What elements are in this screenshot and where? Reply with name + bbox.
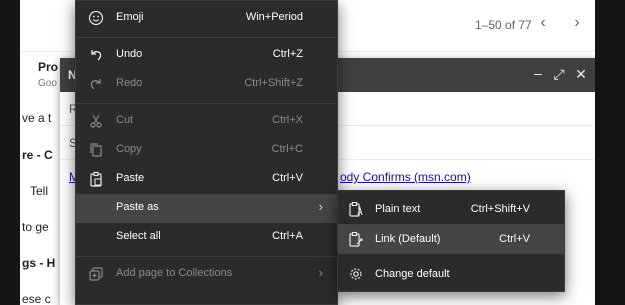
plain-text-paste-icon [349,201,363,217]
menu-item-label: Add page to Collections [116,267,233,279]
email-sender-fragment[interactable]: Pro [38,60,58,74]
scissors-icon [90,114,102,128]
clipboard-icon [90,171,102,187]
menu-item-label: Select all [116,230,161,242]
close-icon[interactable]: ✕ [573,66,589,83]
menu-separator [76,103,337,104]
page-count: 1–50 of 77 [475,18,532,32]
menu-item-copy[interactable]: Copy Ctrl+C [76,136,337,165]
submenu-item-label: Change default [375,268,450,280]
email-meta-fragment: Goo [38,78,57,89]
menu-item-shortcut: Win+Period [245,11,303,23]
menu-item-shortcut: Ctrl+A [272,230,303,242]
collections-icon [89,267,103,281]
menu-item-label: Redo [116,77,143,89]
submenu-item-shortcut: Ctrl+Shift+V [470,203,530,215]
email-snippet-fragment[interactable]: ve a t [22,111,51,125]
emoji-icon [88,10,104,26]
chevron-right-icon[interactable]: › [568,14,586,34]
pasted-link[interactable]: ody Confirms (msn.com) [340,170,471,184]
chevron-right-icon: › [318,265,323,280]
menu-item-paste-as[interactable]: Paste as › [76,194,337,223]
submenu-item-shortcut: Ctrl+V [499,233,530,245]
email-snippet-fragment[interactable]: Tell [30,184,48,198]
menu-item-add-to-collections[interactable]: Add page to Collections › [76,260,337,289]
redo-icon [90,79,101,90]
menu-item-cut[interactable]: Cut Ctrl+X [76,107,337,136]
menu-separator [76,256,337,257]
menu-item-shortcut: Ctrl+Z [272,48,303,60]
email-subject-fragment[interactable]: gs - H [22,256,55,270]
menu-separator [76,37,337,38]
menu-item-emoji[interactable]: Emoji Win+Period [76,4,337,33]
menu-item-label: Cut [116,114,134,126]
submenu-item-plain-text[interactable]: Plain text Ctrl+Shift+V [338,194,564,224]
menu-item-label: Paste as [116,201,159,213]
minimize-icon[interactable]: – [530,65,546,81]
submenu-item-label: Link (Default) [375,233,441,245]
submenu-item-link-default[interactable]: Link (Default) Ctrl+V [338,224,564,254]
undo-icon [91,50,102,61]
link-paste-icon [349,231,363,247]
menu-item-shortcut: Ctrl+C [271,143,303,155]
chevron-right-icon: › [318,199,323,214]
submenu-item-change-default[interactable]: Change default [338,259,564,289]
menu-item-shortcut: Ctrl+Shift+Z [244,77,303,89]
submenu-item-label: Plain text [375,203,421,215]
copy-icon [90,143,102,157]
email-snippet-fragment[interactable]: to ge [22,220,49,234]
screen-edge-left [0,0,20,305]
menu-item-paste[interactable]: Paste Ctrl+V [76,165,337,194]
menu-item-undo[interactable]: Undo Ctrl+Z [76,41,337,70]
menu-item-label: Undo [116,48,143,60]
screen-edge-right [595,0,625,305]
menu-item-shortcut: Ctrl+X [272,114,303,126]
menu-item-redo[interactable]: Redo Ctrl+Shift+Z [76,70,337,99]
menu-item-label: Copy [116,143,142,155]
menu-item-label: Paste [116,172,145,184]
email-snippet-fragment[interactable]: ese c [22,292,51,305]
expand-icon[interactable]: ⤢ [551,66,567,83]
menu-item-label: Emoji [116,11,144,23]
context-menu: Emoji Win+Period Undo Ctrl+Z Redo Ctrl+S… [75,0,338,305]
gear-icon [350,268,362,280]
menu-item-shortcut: Ctrl+V [272,172,303,184]
email-subject-fragment[interactable]: re - C [22,148,53,162]
menu-item-select-all[interactable]: Select all Ctrl+A [76,223,337,252]
chevron-left-icon[interactable]: ‹ [534,14,552,34]
paste-as-submenu: Plain text Ctrl+Shift+V Link (Default) C… [337,190,565,292]
